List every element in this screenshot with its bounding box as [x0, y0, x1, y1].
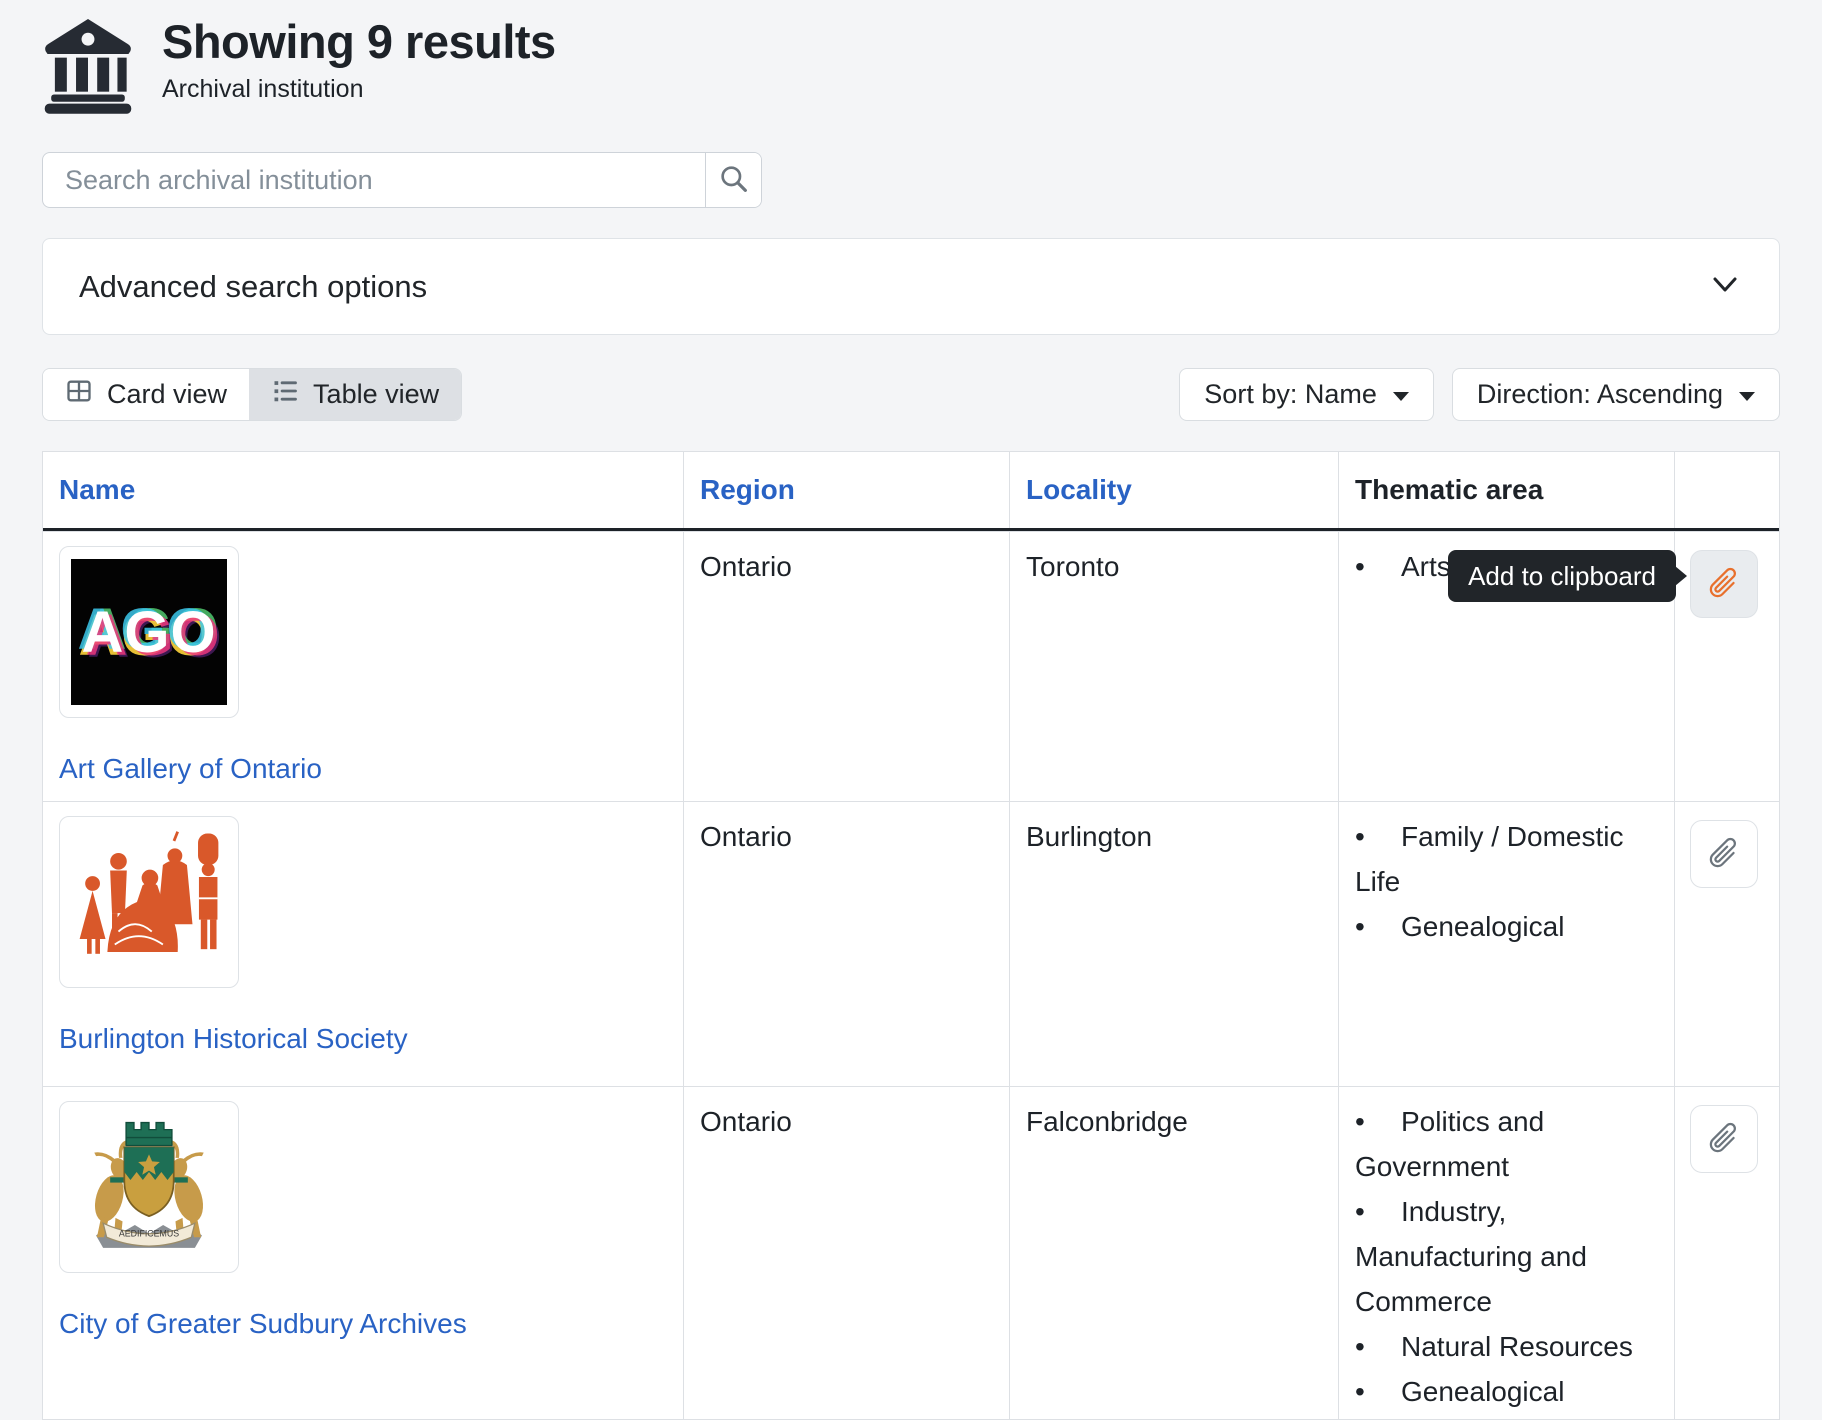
column-header-name[interactable]: Name — [43, 452, 683, 528]
page-title: Showing 9 results — [162, 14, 556, 70]
institution-logo[interactable] — [59, 816, 239, 988]
table-row: Burlington Historical Society Ontario Bu… — [43, 801, 1779, 1086]
thematic-item: Genealogical — [1355, 904, 1658, 949]
paperclip-icon — [1706, 565, 1742, 604]
institution-link[interactable]: City of Greater Sudbury Archives — [59, 1301, 467, 1346]
institution-logo[interactable]: AGO — [59, 546, 239, 718]
locality-cell: Toronto — [1009, 532, 1338, 805]
thematic-item: Genealogical — [1355, 1369, 1658, 1414]
search-group — [42, 152, 762, 208]
caret-down-icon — [1393, 392, 1409, 401]
archival-institution-browse-page: Showing 9 results Archival institution A… — [0, 0, 1822, 1420]
list-icon — [271, 377, 299, 412]
locality-cell: Falconbridge — [1009, 1087, 1338, 1420]
page-subtitle: Archival institution — [162, 75, 556, 104]
sort-controls: Sort by: Name Direction: Ascending — [1179, 368, 1780, 421]
thematic-item: Natural Resources — [1355, 1324, 1658, 1369]
results-table: Name Region Locality Thematic area AGO A… — [42, 451, 1780, 1420]
locality-cell: Burlington — [1009, 802, 1338, 1086]
column-header-region[interactable]: Region — [683, 452, 1009, 528]
clipboard-cell — [1674, 532, 1779, 805]
ago-logo-image: AGO — [71, 559, 227, 705]
advanced-search-toggle[interactable]: Advanced search options — [42, 238, 1780, 335]
institution-link[interactable]: Burlington Historical Society — [59, 1016, 408, 1061]
page-header: Showing 9 results Archival institution — [42, 0, 1780, 116]
table-view-label: Table view — [313, 379, 439, 410]
clipboard-cell — [1674, 1087, 1779, 1420]
thematic-cell: Family / Domestic Life Genealogical — [1338, 802, 1674, 1086]
sort-by-label: Sort by: Name — [1204, 379, 1377, 410]
institution-logo[interactable]: AEDIFICEMUS — [59, 1101, 239, 1273]
motto-text: AEDIFICEMUS — [119, 1228, 179, 1238]
region-cell: Ontario — [683, 802, 1009, 1086]
thematic-item: Politics and Government — [1355, 1099, 1658, 1189]
table-row: AEDIFICEMUS City of Greater Sudbury Arch… — [43, 1086, 1779, 1419]
advanced-search-label: Advanced search options — [79, 269, 427, 305]
thematic-cell: Politics and Government Industry, Manufa… — [1338, 1087, 1674, 1420]
bank-icon — [42, 14, 134, 116]
table-view-button[interactable]: Table view — [249, 369, 461, 420]
column-header-locality[interactable]: Locality — [1009, 452, 1338, 528]
direction-dropdown[interactable]: Direction: Ascending — [1452, 368, 1780, 421]
search-icon — [718, 163, 750, 198]
search-button[interactable] — [705, 153, 761, 207]
search-input[interactable] — [43, 153, 705, 207]
add-to-clipboard-button[interactable] — [1690, 820, 1758, 888]
column-header-thematic-area: Thematic area — [1338, 452, 1674, 528]
table-row: AGO Art Gallery of Ontario Ontario Toron… — [43, 531, 1779, 801]
name-cell: AGO Art Gallery of Ontario — [43, 532, 683, 805]
name-cell: AEDIFICEMUS City of Greater Sudbury Arch… — [43, 1087, 683, 1420]
table-header-row: Name Region Locality Thematic area — [43, 452, 1779, 531]
thematic-item: Family / Domestic Life — [1355, 814, 1658, 904]
thematic-item: Industry, Manufacturing and Commerce — [1355, 1189, 1658, 1324]
region-cell: Ontario — [683, 532, 1009, 805]
column-header-clipboard — [1674, 452, 1779, 528]
header-text: Showing 9 results Archival institution — [162, 14, 556, 104]
caret-down-icon — [1739, 392, 1755, 401]
add-to-clipboard-tooltip: Add to clipboard — [1448, 550, 1676, 602]
add-to-clipboard-button[interactable] — [1690, 1105, 1758, 1173]
grid-icon — [65, 377, 93, 412]
card-view-button[interactable]: Card view — [43, 369, 249, 420]
sort-by-dropdown[interactable]: Sort by: Name — [1179, 368, 1434, 421]
chevron-down-icon — [1707, 269, 1743, 304]
clipboard-cell — [1674, 802, 1779, 1086]
results-toolbar: Card view — [42, 368, 1780, 421]
direction-label: Direction: Ascending — [1477, 379, 1723, 410]
card-view-label: Card view — [107, 379, 227, 410]
sudbury-coat-of-arms: AEDIFICEMUS — [69, 1112, 229, 1262]
add-to-clipboard-button[interactable] — [1690, 550, 1758, 618]
paperclip-icon — [1706, 835, 1742, 874]
institution-link[interactable]: Art Gallery of Ontario — [59, 746, 322, 791]
region-cell: Ontario — [683, 1087, 1009, 1420]
paperclip-icon — [1706, 1120, 1742, 1159]
burlington-illustration — [70, 828, 228, 976]
view-toggle-group: Card view — [42, 368, 462, 421]
name-cell: Burlington Historical Society — [43, 802, 683, 1086]
